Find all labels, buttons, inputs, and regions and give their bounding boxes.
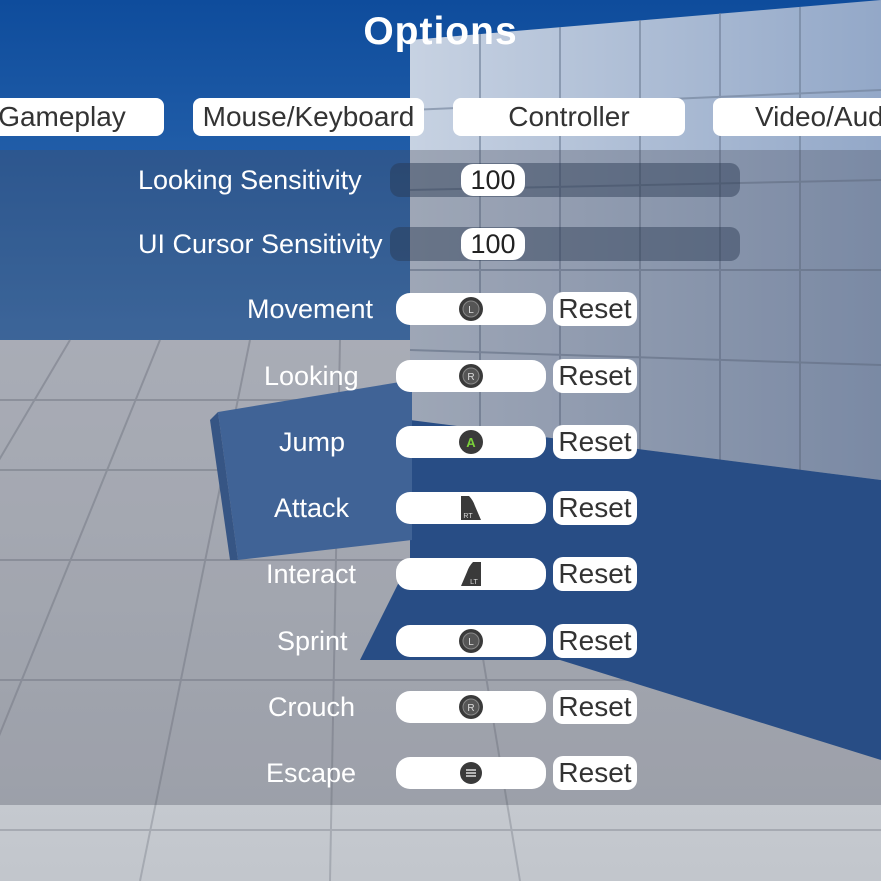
a-button-letter: A — [466, 435, 476, 450]
right-trigger-letters: RT — [463, 513, 473, 520]
tab-mouse-keyboard[interactable]: Mouse/Keyboard — [193, 98, 424, 136]
left-stick-icon: L — [459, 297, 483, 321]
binding-field-interact[interactable]: LT — [396, 558, 546, 590]
reset-button-attack[interactable]: Reset — [553, 491, 637, 525]
menu-button-icon — [460, 762, 482, 784]
binding-label-movement: Movement — [247, 294, 374, 324]
right-stick-icon: R — [459, 695, 483, 719]
ui-cursor-sensitivity-slider[interactable]: 100 — [390, 227, 740, 261]
reset-button-crouch[interactable]: Reset — [553, 690, 637, 724]
binding-label-attack: Attack — [274, 493, 350, 523]
binding-field-jump[interactable]: A — [396, 426, 546, 458]
a-button-icon: A — [459, 430, 483, 454]
binding-field-looking[interactable]: R — [396, 360, 546, 392]
binding-label-jump: Jump — [279, 427, 346, 457]
left-stick-icon: L — [459, 629, 483, 653]
reset-button-looking[interactable]: Reset — [553, 359, 637, 393]
tab-video-audio[interactable]: Video/Audio — [713, 98, 881, 136]
binding-field-sprint[interactable]: L — [396, 625, 546, 657]
left-stick-letter: L — [468, 637, 474, 648]
right-trigger-icon: RT — [461, 496, 481, 520]
binding-field-attack[interactable]: RT — [396, 492, 546, 524]
tab-gameplay[interactable]: Gameplay — [0, 98, 164, 136]
options-title: Options — [363, 10, 518, 53]
looking-sensitivity-label: Looking Sensitivity — [138, 165, 362, 195]
left-trigger-letters: LT — [470, 579, 478, 586]
binding-label-looking: Looking — [264, 361, 359, 391]
right-stick-letter: R — [467, 703, 474, 714]
reset-button-escape[interactable]: Reset — [553, 756, 637, 790]
binding-label-interact: Interact — [266, 559, 357, 589]
right-stick-icon: R — [459, 364, 483, 388]
right-stick-letter: R — [467, 372, 474, 383]
binding-label-escape: Escape — [266, 758, 357, 788]
binding-label-sprint: Sprint — [277, 626, 348, 656]
reset-button-movement[interactable]: Reset — [553, 292, 637, 326]
looking-sensitivity-slider[interactable]: 100 — [390, 163, 740, 197]
looking-sensitivity-value[interactable]: 100 — [461, 164, 525, 196]
reset-button-interact[interactable]: Reset — [553, 557, 637, 591]
binding-field-escape[interactable] — [396, 757, 546, 789]
binding-field-movement[interactable]: L — [396, 293, 546, 325]
left-trigger-icon: LT — [461, 562, 481, 586]
reset-button-jump[interactable]: Reset — [553, 425, 637, 459]
tab-controller[interactable]: Controller — [453, 98, 685, 136]
ui-cursor-sensitivity-label: UI Cursor Sensitivity — [138, 229, 383, 259]
left-stick-letter: L — [468, 305, 474, 316]
binding-field-crouch[interactable]: R — [396, 691, 546, 723]
reset-button-sprint[interactable]: Reset — [553, 624, 637, 658]
binding-label-crouch: Crouch — [268, 692, 356, 722]
ui-cursor-sensitivity-value[interactable]: 100 — [461, 228, 525, 260]
